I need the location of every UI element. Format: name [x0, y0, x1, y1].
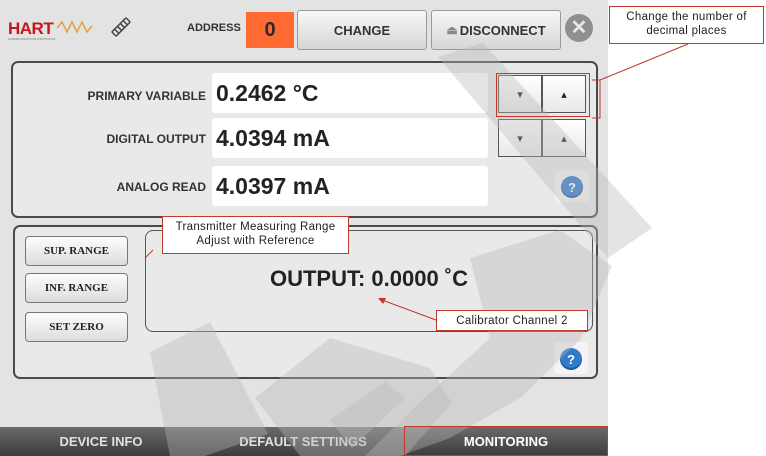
- annotation-lines: [144, 43, 689, 321]
- annotation-highlight-decimal: [496, 73, 590, 117]
- annotation-highlight-monitoring: [404, 426, 608, 456]
- annotation-range-line1: Transmitter Measuring Range: [175, 221, 336, 233]
- annotation-range-line2: Adjust with Reference: [196, 235, 315, 247]
- annotation-range-adjust: Transmitter Measuring Range Adjust with …: [162, 216, 349, 254]
- annotation-calibrator: Calibrator Channel 2: [436, 310, 588, 331]
